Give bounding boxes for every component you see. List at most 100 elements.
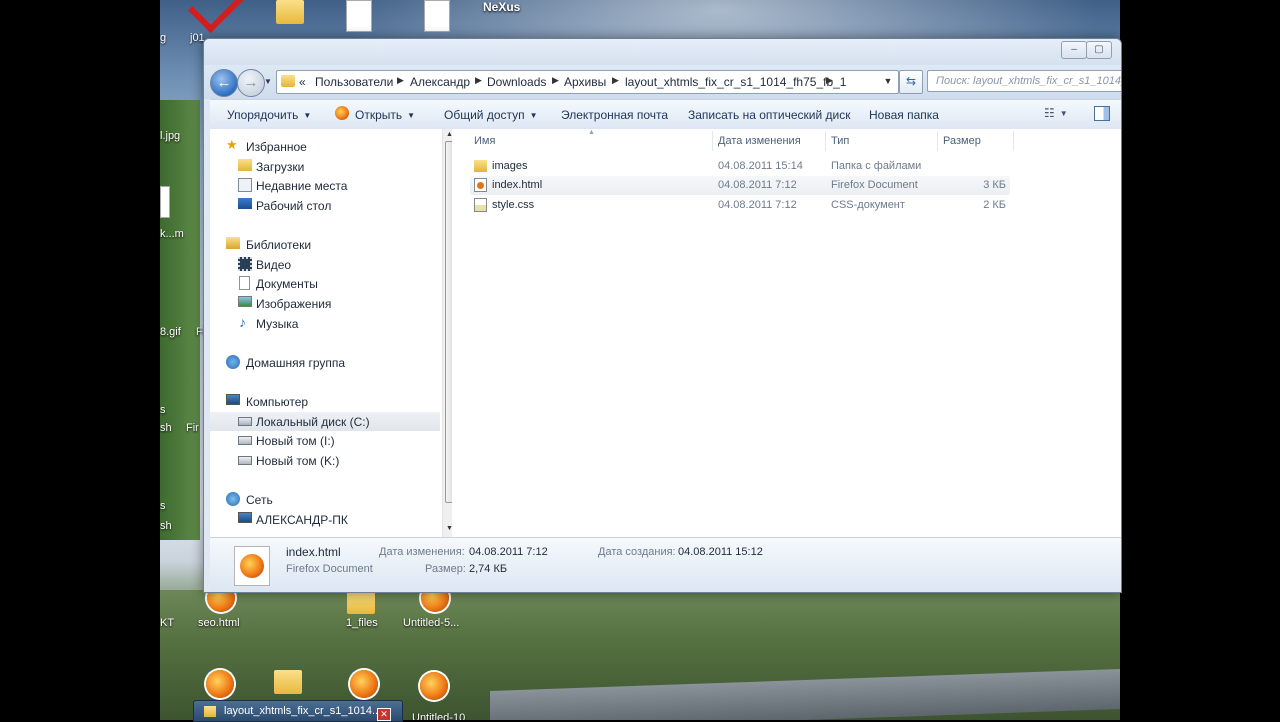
column-divider[interactable] bbox=[937, 131, 938, 151]
desktop-label-untitled10[interactable]: Untitled-10 bbox=[412, 712, 465, 720]
system-drive-icon bbox=[238, 417, 252, 426]
nav-pictures[interactable]: Изображения bbox=[210, 294, 440, 313]
burn-disc-button[interactable]: Записать на оптический диск bbox=[688, 108, 851, 122]
share-button[interactable]: Общий доступ ▼ bbox=[444, 108, 538, 122]
close-icon[interactable]: ✕ bbox=[377, 708, 391, 721]
column-divider[interactable] bbox=[1013, 131, 1014, 151]
breadcrumb-users[interactable]: Пользователи bbox=[315, 75, 393, 89]
new-folder-button[interactable]: Новая папка bbox=[869, 108, 939, 122]
firefox-icon[interactable] bbox=[350, 670, 378, 698]
chevron-right-icon[interactable]: ▶ bbox=[397, 75, 404, 86]
nav-video[interactable]: Видео bbox=[210, 255, 440, 274]
details-modified-value: 04.08.2011 7:12 bbox=[469, 546, 548, 558]
firefox-icon bbox=[335, 106, 349, 120]
chevron-right-icon[interactable]: ▶ bbox=[826, 75, 833, 86]
organize-button[interactable]: Упорядочить ▼ bbox=[227, 108, 311, 122]
email-button[interactable]: Электронная почта bbox=[561, 108, 668, 122]
document-icon[interactable] bbox=[346, 0, 372, 32]
desktop-label: Fir bbox=[186, 422, 199, 434]
nav-label: Изображения bbox=[256, 297, 332, 311]
back-button[interactable]: ← bbox=[210, 69, 238, 97]
nav-homegroup[interactable]: Домашняя группа bbox=[210, 353, 440, 372]
nav-disk-i[interactable]: Новый том (I:) bbox=[210, 431, 440, 450]
file-row-images[interactable]: images 04.08.2011 15:14 Папка с файлами bbox=[470, 157, 1010, 176]
nav-network[interactable]: Сеть bbox=[210, 490, 440, 509]
folder-icon[interactable] bbox=[276, 0, 304, 24]
desktop-icon bbox=[238, 198, 252, 209]
firefox-document-icon bbox=[474, 178, 487, 192]
breadcrumb-current-folder[interactable]: layout_xhtmls_fix_cr_s1_1014_fh75_fb_1 bbox=[625, 75, 846, 89]
desktop-label: sh bbox=[160, 422, 172, 434]
nav-label: АЛЕКСАНДР-ПК bbox=[256, 513, 348, 527]
recent-pages-dropdown[interactable]: ▼ bbox=[264, 77, 272, 86]
nav-label: Документы bbox=[256, 277, 318, 291]
breadcrumb-overflow[interactable]: « bbox=[299, 75, 306, 89]
minimize-button[interactable]: ‒ bbox=[1061, 41, 1087, 59]
chevron-right-icon[interactable]: ▶ bbox=[612, 75, 619, 86]
open-button[interactable]: Открыть ▼ bbox=[355, 108, 415, 122]
chevron-down-icon: ▼ bbox=[303, 111, 312, 120]
file-name: images bbox=[492, 160, 528, 172]
desktop-label-untitled5[interactable]: Untitled-5... bbox=[403, 617, 459, 629]
taskbar-window-button[interactable]: layout_xhtmls_fix_cr_s1_1014... bbox=[193, 700, 403, 722]
column-divider[interactable] bbox=[712, 131, 713, 151]
file-date: 04.08.2011 7:12 bbox=[718, 199, 797, 211]
desktop-label-files[interactable]: 1_files bbox=[346, 617, 378, 629]
folder-icon bbox=[281, 75, 295, 87]
address-bar[interactable]: « Пользователи ▶ Александр ▶ Downloads ▶… bbox=[276, 70, 899, 94]
details-created-value: 04.08.2011 15:12 bbox=[678, 546, 763, 558]
nav-libraries[interactable]: Библиотеки bbox=[210, 235, 440, 254]
sort-up-icon: ▲ bbox=[588, 129, 595, 136]
title-bar[interactable]: ‒ ▢ bbox=[204, 39, 1121, 65]
change-view-button[interactable]: ☷ ▼ bbox=[1044, 106, 1078, 122]
nav-downloads[interactable]: Загрузки bbox=[210, 157, 440, 176]
maximize-button[interactable]: ▢ bbox=[1086, 41, 1112, 59]
file-name: style.css bbox=[492, 199, 535, 211]
installer-icon[interactable] bbox=[424, 0, 450, 32]
column-header-type[interactable]: Тип bbox=[831, 135, 849, 147]
column-header-date[interactable]: Дата изменения bbox=[718, 135, 801, 147]
nav-disk-c[interactable]: Локальный диск (C:) bbox=[210, 412, 440, 431]
folder-icon[interactable] bbox=[274, 670, 302, 694]
forward-button[interactable]: → bbox=[237, 69, 265, 97]
search-input[interactable]: Поиск: layout_xhtmls_fix_cr_s1_1014_fh75… bbox=[927, 70, 1121, 92]
file-row-index-html[interactable]: index.html 04.08.2011 7:12 Firefox Docum… bbox=[470, 176, 1010, 195]
folder-icon[interactable] bbox=[347, 590, 375, 614]
address-history-dropdown[interactable]: ▼ bbox=[881, 73, 895, 89]
desktop-label-seo[interactable]: seo.html bbox=[198, 617, 240, 629]
breadcrumb-archives[interactable]: Архивы bbox=[564, 75, 606, 89]
firefox-icon[interactable] bbox=[420, 672, 448, 700]
nav-desktop[interactable]: Рабочий стол bbox=[210, 196, 440, 215]
file-size: 3 КБ bbox=[983, 179, 1006, 191]
desktop-label: g bbox=[160, 32, 167, 44]
desktop-label: 8.gif bbox=[160, 326, 181, 338]
details-created-label: Дата создания: bbox=[598, 546, 676, 558]
nav-documents[interactable]: Документы bbox=[210, 274, 440, 293]
desktop-label: s bbox=[160, 500, 166, 512]
nexus-icon[interactable]: NeXus bbox=[483, 0, 520, 14]
file-row-style-css[interactable]: style.css 04.08.2011 7:12 CSS-документ 2… bbox=[470, 196, 1010, 215]
nav-favorites[interactable]: ★ Избранное bbox=[210, 137, 440, 156]
nav-label: Загрузки bbox=[256, 160, 305, 174]
video-icon bbox=[238, 257, 252, 271]
refresh-button[interactable]: ⇆ bbox=[899, 70, 923, 94]
file-date: 04.08.2011 7:12 bbox=[718, 179, 797, 191]
file-icon[interactable] bbox=[160, 186, 170, 218]
folder-icon bbox=[474, 160, 487, 172]
nav-pc[interactable]: АЛЕКСАНДР-ПК bbox=[210, 510, 440, 529]
breadcrumb-user[interactable]: Александр bbox=[410, 75, 470, 89]
preview-pane-icon[interactable] bbox=[1094, 106, 1110, 121]
firefox-icon[interactable] bbox=[206, 670, 234, 698]
column-header-size[interactable]: Размер bbox=[943, 135, 981, 147]
nav-label: Видео bbox=[256, 258, 292, 272]
nav-recent-places[interactable]: Недавние места bbox=[210, 176, 440, 195]
breadcrumb-downloads[interactable]: Downloads bbox=[487, 75, 546, 89]
desktop-label: KT bbox=[160, 617, 175, 629]
nav-computer[interactable]: Компьютер bbox=[210, 392, 440, 411]
nav-music[interactable]: ♪ Музыка bbox=[210, 314, 440, 333]
chevron-right-icon[interactable]: ▶ bbox=[475, 75, 482, 86]
chevron-right-icon[interactable]: ▶ bbox=[552, 75, 559, 86]
column-divider[interactable] bbox=[825, 131, 826, 151]
nav-disk-k[interactable]: Новый том (K:) bbox=[210, 451, 440, 470]
column-header-name[interactable]: Имя bbox=[474, 135, 495, 147]
